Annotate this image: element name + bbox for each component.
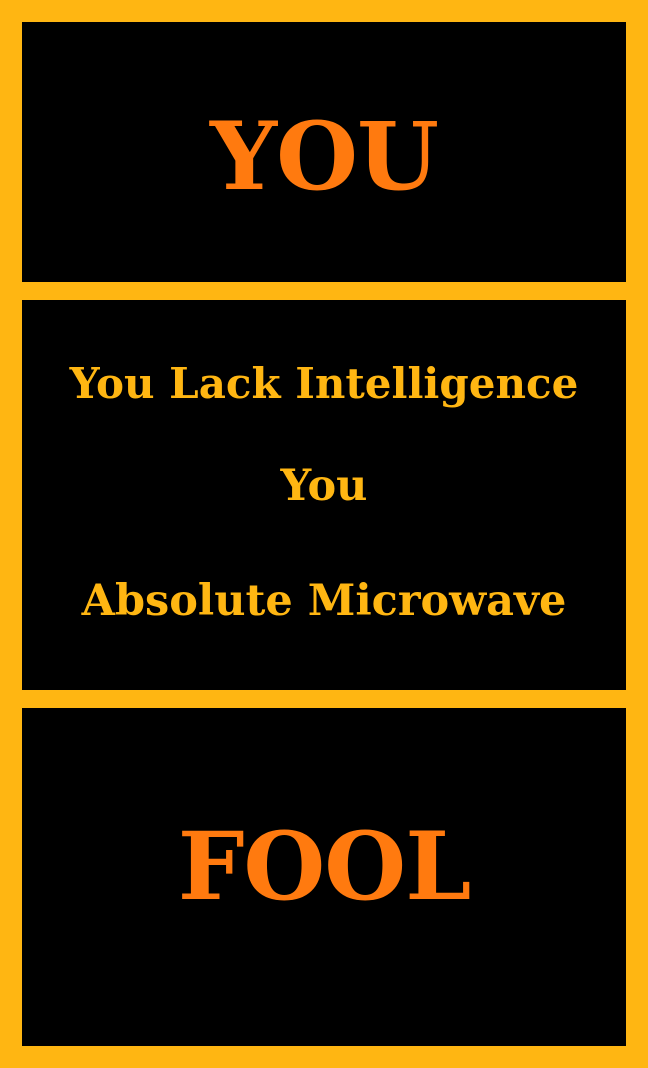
middle-line-1: You Lack Intelligence <box>69 359 579 408</box>
bottom-panel: FOOL <box>22 708 626 1046</box>
top-panel: YOU <box>22 22 626 282</box>
middle-line-2: You <box>280 461 368 511</box>
bottom-word: FOOL <box>177 812 472 922</box>
middle-line-3: Absolute Microwave <box>81 576 567 626</box>
middle-panel: You Lack Intelligence You Absolute Micro… <box>22 300 626 690</box>
top-word: YOU <box>210 102 439 212</box>
